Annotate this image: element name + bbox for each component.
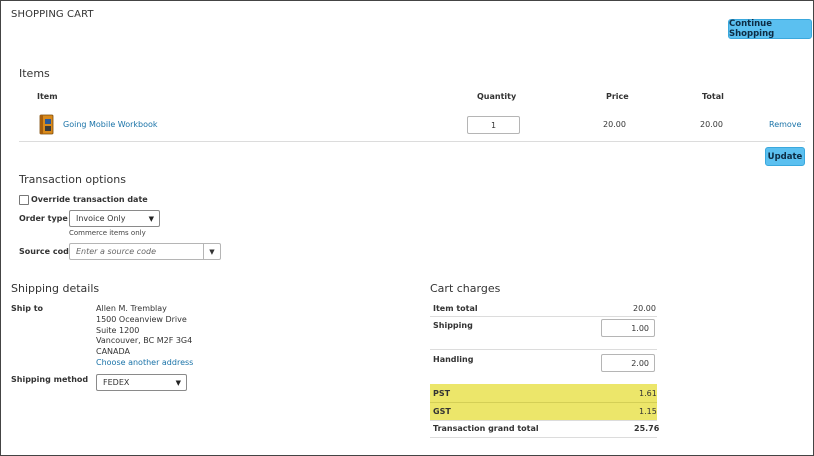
handling-label: Handling (433, 355, 474, 364)
quantity-input[interactable]: 1 (467, 116, 520, 134)
col-quantity: Quantity (477, 92, 517, 101)
choose-address-link[interactable]: Choose another address (96, 358, 193, 369)
chevron-down-icon: ▼ (148, 214, 154, 223)
gst-value: 1.15 (639, 407, 657, 416)
charges-divider (430, 316, 657, 317)
page-title: SHOPPING CART (11, 9, 94, 20)
item-price: 20.00 (603, 120, 626, 129)
items-divider (19, 141, 805, 142)
override-date-label: Override transaction date (31, 195, 148, 204)
shipping-title: Shipping details (11, 282, 100, 295)
address-line-3: Suite 1200 (96, 325, 140, 335)
address-line-5: CANADA (96, 347, 131, 357)
transaction-title: Transaction options (19, 173, 126, 186)
source-code-input[interactable]: Enter a source code (76, 247, 156, 256)
order-type-select[interactable]: Invoice Only ▼ (69, 210, 160, 227)
col-item: Item (37, 92, 58, 101)
item-name-link[interactable]: Going Mobile Workbook (63, 120, 158, 129)
handling-input[interactable]: 2.00 (601, 354, 655, 372)
order-type-value: Invoice Only (76, 214, 126, 223)
order-type-hint: Commerce items only (69, 229, 146, 237)
item-total-label: Item total (433, 304, 478, 313)
shipping-charge-input[interactable]: 1.00 (601, 319, 655, 337)
col-price: Price (606, 92, 629, 101)
grand-total-value: 25.76 (634, 424, 660, 433)
shipping-charge-label: Shipping (433, 321, 473, 330)
shipping-method-value: FEDEX (103, 378, 130, 387)
ship-to-address: Allen M. Tremblay 1500 Oceanview Drive S… (96, 304, 193, 369)
shopping-cart-page: SHOPPING CART Continue Shopping Items It… (0, 0, 814, 456)
address-line-2: 1500 Oceanview Drive (96, 314, 187, 324)
charges-divider (430, 402, 657, 403)
source-code-combo[interactable]: Enter a source code ▼ (69, 243, 221, 260)
pst-value: 1.61 (639, 389, 657, 398)
cart-charges-title: Cart charges (430, 282, 501, 295)
shipping-method-select[interactable]: FEDEX ▼ (96, 374, 187, 391)
continue-shopping-button[interactable]: Continue Shopping (728, 19, 812, 39)
charges-divider (430, 349, 657, 350)
item-total: 20.00 (700, 120, 723, 129)
grand-total-label: Transaction grand total (433, 424, 539, 433)
remove-link[interactable]: Remove (769, 120, 801, 129)
shipping-method-label: Shipping method (11, 375, 89, 384)
update-button[interactable]: Update (765, 147, 805, 166)
address-line-4: Vancouver, BC M2F 3G4 (96, 336, 193, 346)
source-code-dropdown-icon[interactable]: ▼ (203, 244, 220, 259)
pst-label: PST (433, 389, 451, 398)
item-total-value: 20.00 (633, 304, 656, 313)
col-total: Total (702, 92, 724, 101)
ship-to-label: Ship to (11, 304, 44, 313)
gst-label: GST (433, 407, 451, 416)
chevron-down-icon: ▼ (175, 378, 181, 387)
charges-divider (430, 437, 657, 438)
source-code-label: Source code (19, 247, 75, 256)
charges-divider (430, 420, 657, 421)
items-title: Items (19, 67, 50, 80)
address-line-1: Allen M. Tremblay (96, 304, 167, 313)
book-icon (38, 114, 56, 136)
override-date-checkbox[interactable] (19, 195, 29, 205)
order-type-label: Order type (19, 214, 68, 223)
